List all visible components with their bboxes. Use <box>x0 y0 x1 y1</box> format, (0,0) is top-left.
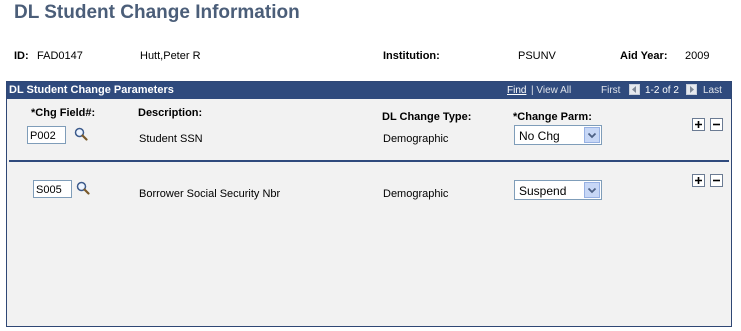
col-change-parm: *Change Parm: <box>513 111 592 123</box>
chevron-down-icon[interactable] <box>584 127 600 143</box>
dl-change-type-text: Demographic <box>383 133 449 145</box>
chevron-right-icon[interactable] <box>686 84 697 95</box>
page-title: DL Student Change Information <box>14 2 300 23</box>
student-name: Hutt,Peter R <box>140 50 201 62</box>
last-label: Last <box>703 85 722 96</box>
change-parm-select[interactable]: Suspend <box>514 180 602 200</box>
row-separator <box>9 160 729 162</box>
institution-value: PSUNV <box>518 50 556 62</box>
col-dl-change-type: DL Change Type: <box>382 111 472 123</box>
find-link[interactable]: Find <box>507 85 526 96</box>
grid-header-bar: DL Student Change Parameters Find | View… <box>7 82 731 99</box>
magnifier-icon[interactable] <box>76 181 90 195</box>
change-parameters-grid: DL Student Change Parameters Find | View… <box>6 81 732 327</box>
view-all-link[interactable]: | View All <box>531 85 571 96</box>
minus-icon[interactable] <box>710 118 723 131</box>
chevron-down-icon[interactable] <box>584 182 600 198</box>
chg-field-input[interactable] <box>33 180 72 198</box>
plus-icon[interactable] <box>692 174 705 187</box>
magnifier-icon[interactable] <box>74 127 88 141</box>
id-label: ID: <box>14 50 29 62</box>
aid-year-label: Aid Year: <box>620 50 668 62</box>
change-parm-select[interactable]: No Chg <box>514 125 602 145</box>
col-chg-field: *Chg Field#: <box>31 107 96 119</box>
col-description: Description: <box>138 107 203 119</box>
grid-title: DL Student Change Parameters <box>9 84 174 96</box>
minus-icon[interactable] <box>710 174 723 187</box>
aid-year-value: 2009 <box>685 50 710 62</box>
description-text: Student SSN <box>139 133 203 145</box>
change-parm-value: Suspend <box>519 184 567 198</box>
first-label: First <box>601 85 621 96</box>
description-text: Borrower Social Security Nbr <box>139 188 281 200</box>
id-value: FAD0147 <box>37 50 83 62</box>
chg-field-input[interactable] <box>27 126 66 144</box>
plus-icon[interactable] <box>692 118 705 131</box>
dl-change-type-text: Demographic <box>383 188 449 200</box>
chevron-left-icon[interactable] <box>629 84 640 95</box>
institution-label: Institution: <box>383 50 440 62</box>
row-range: 1-2 of 2 <box>645 85 679 96</box>
change-parm-value: No Chg <box>519 129 560 143</box>
